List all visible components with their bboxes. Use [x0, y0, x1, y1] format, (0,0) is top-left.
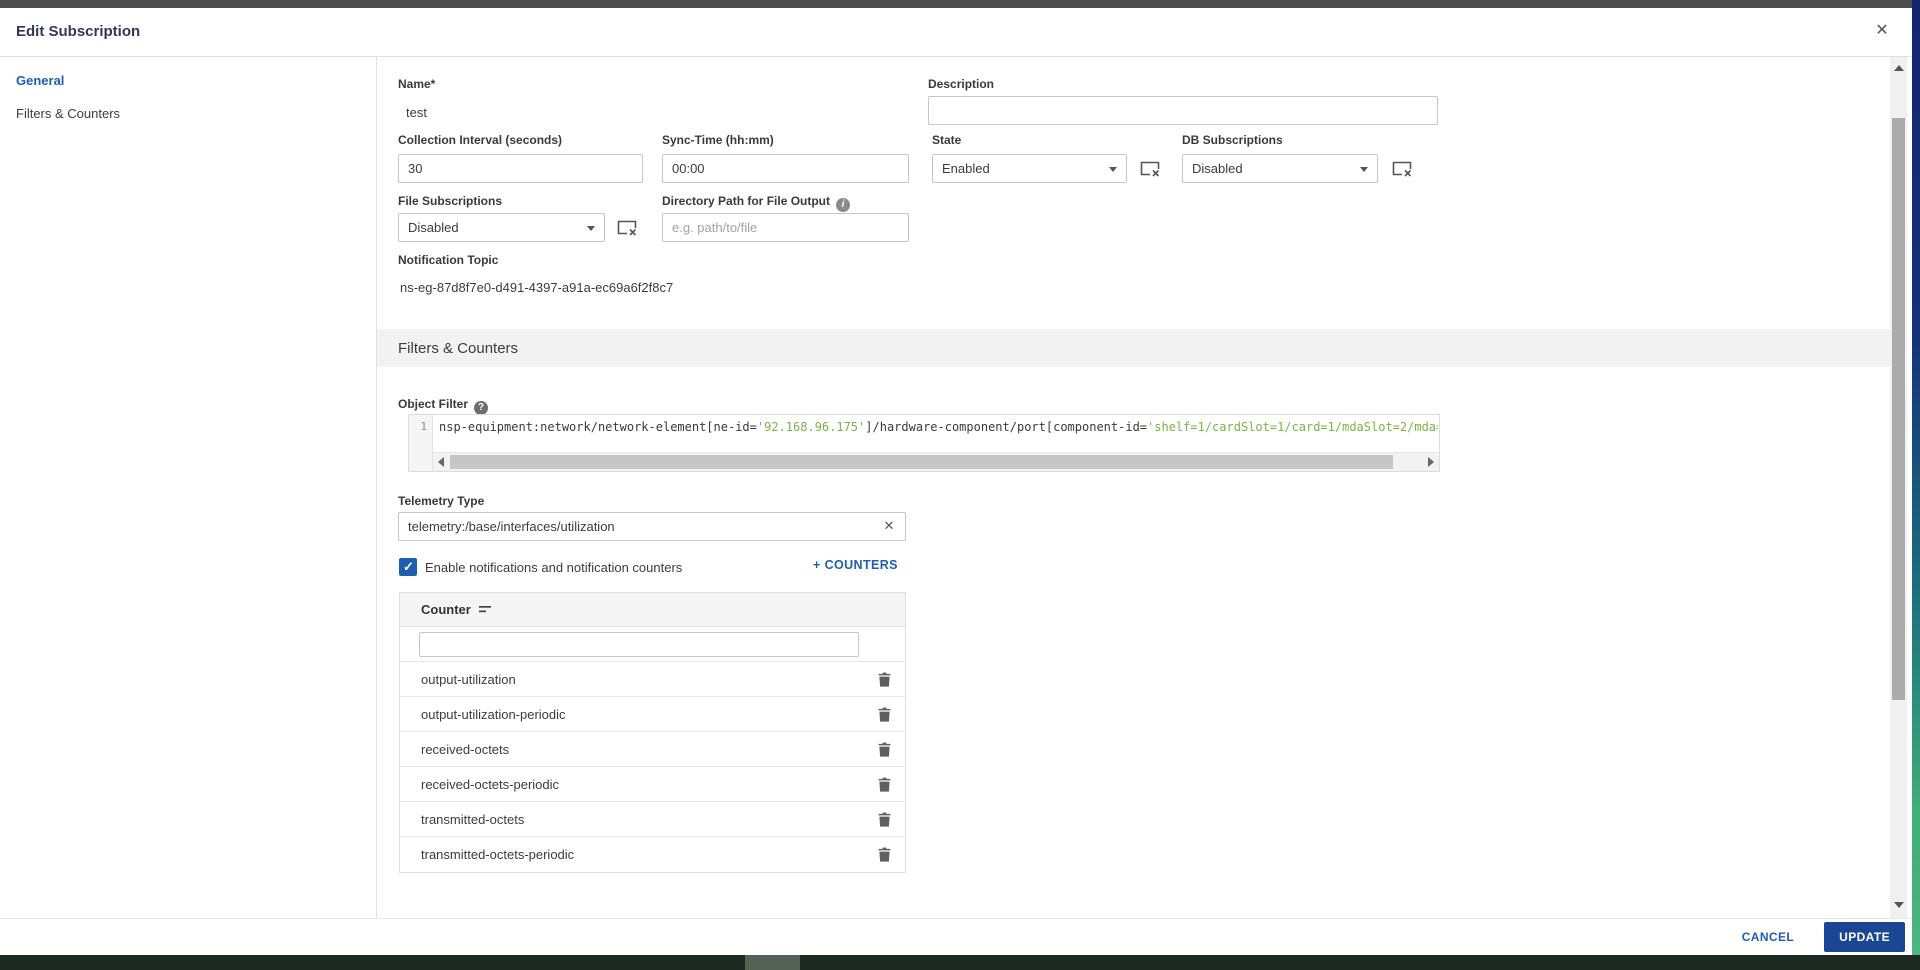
sync-time-label: Sync-Time (hh:mm)	[662, 133, 774, 147]
db-subscriptions-label: DB Subscriptions	[1182, 133, 1283, 147]
vertical-scrollbar[interactable]	[1890, 57, 1907, 918]
counter-cell: output-utilization-periodic	[421, 707, 566, 722]
line-number-gutter: 1	[409, 415, 433, 471]
scroll-left-arrow[interactable]	[433, 453, 449, 471]
counter-filter-input[interactable]	[419, 632, 859, 657]
notifications-checkbox-label: Enable notifications and notification co…	[425, 560, 682, 575]
file-subscriptions-select-value: Disabled	[408, 220, 459, 235]
table-row: transmitted-octets-periodic	[400, 837, 905, 872]
filters-counters-section-title: Filters & Counters	[377, 329, 1890, 367]
background-bottom-segment	[745, 955, 800, 970]
update-button[interactable]: UPDATE	[1824, 922, 1905, 952]
delete-icon[interactable]	[878, 672, 891, 687]
sidebar-item-filters-counters[interactable]: Filters & Counters	[16, 102, 376, 126]
clear-selection-icon[interactable]	[1140, 160, 1160, 177]
vertical-scrollbar-thumb[interactable]	[1892, 118, 1905, 700]
db-subscriptions-select-value: Disabled	[1192, 161, 1243, 176]
info-icon[interactable]	[836, 198, 850, 212]
description-label: Description	[928, 77, 994, 91]
background-top-bar	[0, 0, 1912, 8]
delete-icon[interactable]	[878, 777, 891, 792]
dialog-footer: CANCEL UPDATE	[0, 918, 1912, 955]
object-filter-code-line[interactable]: nsp-equipment:network/network-element[ne…	[434, 415, 1438, 441]
screen: Edit Subscription General Filters & Coun…	[0, 0, 1920, 970]
clear-selection-icon[interactable]	[1392, 160, 1412, 177]
dialog-header: Edit Subscription	[0, 8, 1912, 57]
counter-cell: transmitted-octets	[421, 812, 524, 827]
name-value: test	[406, 105, 427, 120]
sidebar: General Filters & Counters	[0, 57, 377, 918]
table-row: output-utilization	[400, 662, 905, 697]
filter-icon[interactable]	[479, 605, 492, 614]
help-icon[interactable]	[474, 401, 488, 415]
counter-column-header-text: Counter	[421, 602, 471, 617]
counter-cell: received-octets	[421, 742, 509, 757]
delete-icon[interactable]	[878, 742, 891, 757]
close-icon[interactable]	[1872, 21, 1892, 41]
state-label: State	[932, 133, 961, 147]
table-row: transmitted-octets	[400, 802, 905, 837]
table-row: output-utilization-periodic	[400, 697, 905, 732]
chevron-down-icon	[1109, 167, 1117, 172]
counter-cell: received-octets-periodic	[421, 777, 559, 792]
notifications-checkbox[interactable]	[399, 558, 417, 576]
counter-table-rows: output-utilization output-utilization-pe…	[400, 662, 905, 872]
add-counters-button[interactable]: + COUNTERS	[813, 558, 898, 572]
db-subscriptions-select[interactable]: Disabled	[1182, 154, 1378, 183]
delete-icon[interactable]	[878, 707, 891, 722]
object-filter-label-text: Object Filter	[398, 397, 468, 411]
scroll-right-arrow[interactable]	[1423, 453, 1439, 471]
telemetry-type-field	[398, 512, 906, 541]
state-select-value: Enabled	[942, 161, 990, 176]
counter-table: Counter output-utilization output-utiliz…	[399, 592, 906, 873]
scroll-down-arrow[interactable]	[1890, 897, 1907, 913]
table-row: received-octets	[400, 732, 905, 767]
delete-icon[interactable]	[878, 812, 891, 827]
counter-filter-row	[400, 627, 905, 662]
counter-cell: transmitted-octets-periodic	[421, 847, 574, 862]
collection-interval-input[interactable]	[398, 154, 643, 183]
sidebar-item-general[interactable]: General	[16, 69, 376, 93]
notification-topic-label: Notification Topic	[398, 253, 498, 267]
state-select[interactable]: Enabled	[932, 154, 1127, 183]
telemetry-type-label: Telemetry Type	[398, 494, 484, 508]
collection-interval-label: Collection Interval (seconds)	[398, 133, 562, 147]
scroll-up-arrow[interactable]	[1890, 60, 1907, 76]
chevron-down-icon	[587, 226, 595, 231]
counter-cell: output-utilization	[421, 672, 516, 687]
directory-path-input[interactable]	[662, 213, 909, 242]
horizontal-scrollbar-thumb[interactable]	[450, 455, 1393, 469]
horizontal-scrollbar[interactable]	[433, 452, 1439, 471]
file-subscriptions-label: File Subscriptions	[398, 194, 502, 208]
background-bottom-bar	[0, 955, 1920, 970]
clear-x-icon[interactable]	[881, 518, 897, 534]
file-subscriptions-select[interactable]: Disabled	[398, 213, 605, 242]
table-row: received-octets-periodic	[400, 767, 905, 802]
directory-path-label-text: Directory Path for File Output	[662, 194, 830, 208]
counter-column-header[interactable]: Counter	[400, 593, 905, 627]
notification-topic-value: ns-eg-87d8f7e0-d491-4397-a91a-ec69a6f2f8…	[400, 280, 673, 295]
directory-path-label: Directory Path for File Output	[662, 194, 850, 212]
edit-subscription-dialog: Edit Subscription General Filters & Coun…	[0, 8, 1912, 955]
object-filter-editor[interactable]: 1 nsp-equipment:network/network-element[…	[408, 414, 1440, 472]
cancel-button[interactable]: CANCEL	[1742, 930, 1794, 944]
background-gradient-strip	[1912, 0, 1920, 955]
sync-time-input[interactable]	[662, 154, 909, 183]
telemetry-type-input[interactable]	[398, 512, 906, 541]
clear-selection-icon[interactable]	[617, 219, 637, 236]
delete-icon[interactable]	[878, 847, 891, 862]
object-filter-label: Object Filter	[398, 397, 488, 415]
dialog-title: Edit Subscription	[16, 23, 140, 40]
chevron-down-icon	[1360, 167, 1368, 172]
name-label: Name*	[398, 77, 435, 91]
description-input[interactable]	[928, 96, 1438, 125]
